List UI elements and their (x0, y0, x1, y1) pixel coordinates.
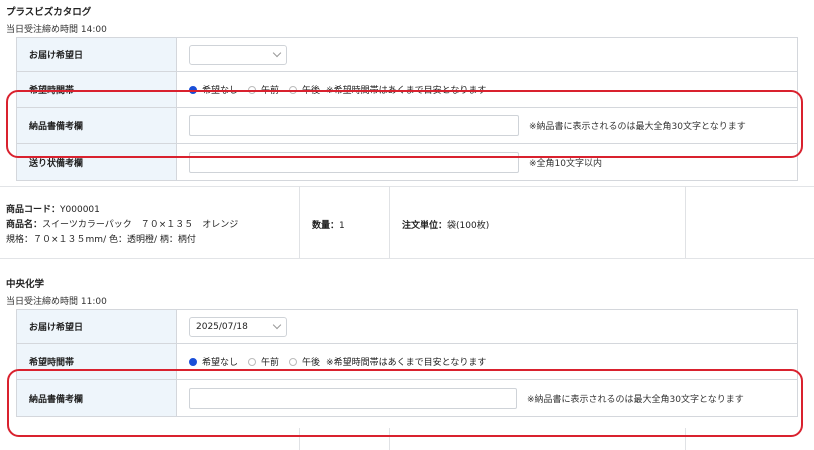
product-code-label: 商品コード： (6, 205, 61, 215)
delivery-date-label: お届け希望日 (17, 38, 177, 71)
product-info: 商品コード：Y000001 商品名：スイーツカラーパック ７０×１３５ オレンジ… (6, 203, 238, 248)
time-slot-note: ※希望時間帯はあくまで目安となります (326, 358, 487, 368)
highlight-annotation (7, 369, 803, 437)
qty-label: 数量： (312, 221, 340, 231)
chevron-down-icon (272, 48, 282, 58)
product-quantity: 数量：1 (312, 218, 345, 231)
highlight-annotation (6, 90, 803, 158)
product-order-unit: 注文単位：袋(100枚) (402, 218, 489, 231)
section-title-plusbiz: プラスビズカタログ (6, 7, 92, 18)
product-spec: 規格：７０×１３５mm/ 色：透明橙/ 柄：柄付 (6, 235, 196, 245)
product-line-item: 商品コード：Y000001 商品名：スイーツカラーパック ７０×１３５ オレンジ… (0, 186, 814, 258)
chevron-down-icon (272, 320, 282, 330)
delivery-date-row: お届け希望日 2025/07/18 (17, 310, 797, 344)
delivery-date-label: お届け希望日 (17, 310, 177, 343)
product-name-label: 商品名： (6, 220, 43, 230)
product-code: Y000001 (60, 205, 100, 215)
delivery-date-select[interactable]: 2025/07/18 (189, 316, 287, 337)
radio-morning[interactable] (248, 357, 257, 366)
order-unit-label: 注文単位： (402, 221, 448, 231)
radio-label-morning: 午前 (261, 358, 280, 368)
order-deadline-plusbiz: 当日受注締め時間 14:00 (6, 25, 107, 35)
radio-afternoon[interactable] (289, 357, 298, 366)
order-unit-value: 袋(100枚) (447, 221, 490, 231)
order-deadline-chuo: 当日受注締め時間 11:00 (6, 297, 107, 307)
radio-label-afternoon: 午後 (302, 358, 321, 368)
product-name: スイーツカラーパック ７０×１３５ オレンジ (42, 220, 239, 230)
radio-no-preference[interactable] (189, 357, 197, 366)
section-title-chuo: 中央化学 (6, 279, 45, 290)
delivery-date-select[interactable] (189, 44, 287, 65)
radio-label-no-preference: 希望なし (202, 358, 239, 368)
delivery-date-row: お届け希望日 (17, 38, 797, 72)
divider (0, 258, 814, 259)
qty-value: 1 (339, 221, 345, 231)
delivery-date-value: 2025/07/18 (196, 321, 248, 332)
